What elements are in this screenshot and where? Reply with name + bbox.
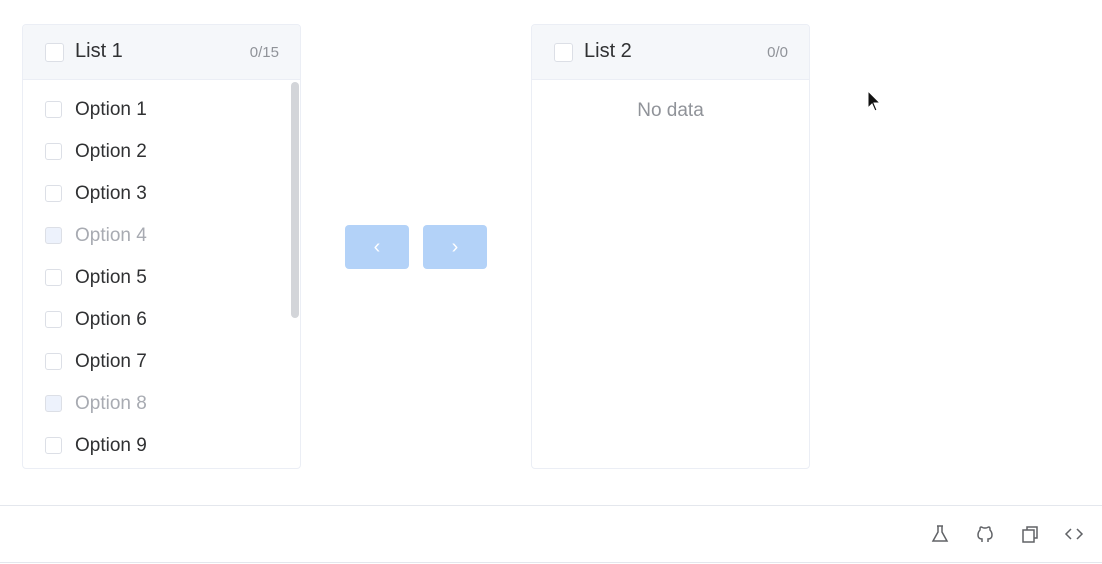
list-item[interactable]: Option 9	[23, 425, 300, 467]
code-icon[interactable]	[1063, 523, 1085, 545]
list-item: Option 4	[23, 215, 300, 257]
mouse-cursor-icon	[867, 90, 882, 112]
list-item: Option 8	[23, 383, 300, 425]
move-to-left-button[interactable]: ‹	[345, 225, 409, 269]
list-scrollbar[interactable]	[291, 82, 299, 318]
target-list-panel: List 2 0/0 No data	[531, 24, 810, 469]
target-list-title: List 2	[584, 40, 632, 62]
target-list-count: 0/0	[767, 44, 788, 61]
item-checkbox[interactable]	[45, 437, 62, 454]
item-label: Option 4	[75, 225, 147, 246]
item-label: Option 1	[75, 99, 147, 120]
item-checkbox[interactable]	[45, 269, 62, 286]
item-checkbox	[45, 227, 62, 244]
item-label: Option 9	[75, 435, 147, 456]
item-label: Option 6	[75, 309, 147, 330]
item-checkbox[interactable]	[45, 353, 62, 370]
chevron-left-icon: ‹	[373, 235, 381, 258]
list-item[interactable]: Option 6	[23, 299, 300, 341]
source-list-title: List 1	[75, 40, 123, 62]
source-list-body[interactable]: Option 1 Option 2 Option 3 Option 4 Opti…	[23, 80, 300, 468]
github-icon[interactable]	[974, 523, 996, 545]
item-checkbox[interactable]	[45, 101, 62, 118]
item-checkbox[interactable]	[45, 185, 62, 202]
item-checkbox	[45, 395, 62, 412]
source-list-count: 0/15	[249, 44, 279, 61]
select-all-checkbox[interactable]	[45, 43, 64, 62]
demo-footer-toolbar	[0, 505, 1102, 563]
list-item[interactable]: Option 7	[23, 341, 300, 383]
item-checkbox[interactable]	[45, 143, 62, 160]
item-label: Option 3	[75, 183, 147, 204]
list-item[interactable]: Option 5	[23, 257, 300, 299]
item-label: Option 5	[75, 267, 147, 288]
flask-icon[interactable]	[929, 523, 951, 545]
target-list-header: List 2 0/0	[532, 25, 809, 80]
empty-state-text: No data	[637, 100, 704, 121]
select-all-checkbox[interactable]	[554, 43, 573, 62]
move-to-right-button[interactable]: ›	[423, 225, 487, 269]
chevron-right-icon: ›	[451, 235, 459, 258]
target-list-body: No data	[532, 80, 809, 468]
source-list-panel: List 1 0/15 Option 1 Option 2 Option 3 O…	[22, 24, 301, 469]
source-list-header: List 1 0/15	[23, 25, 300, 80]
item-label: Option 2	[75, 141, 147, 162]
item-checkbox[interactable]	[45, 311, 62, 328]
item-label: Option 7	[75, 351, 147, 372]
list-item[interactable]: Option 2	[23, 131, 300, 173]
copy-icon[interactable]	[1019, 523, 1041, 545]
list-item[interactable]: Option 1	[23, 89, 300, 131]
list-item[interactable]: Option 3	[23, 173, 300, 215]
item-label: Option 8	[75, 393, 147, 414]
